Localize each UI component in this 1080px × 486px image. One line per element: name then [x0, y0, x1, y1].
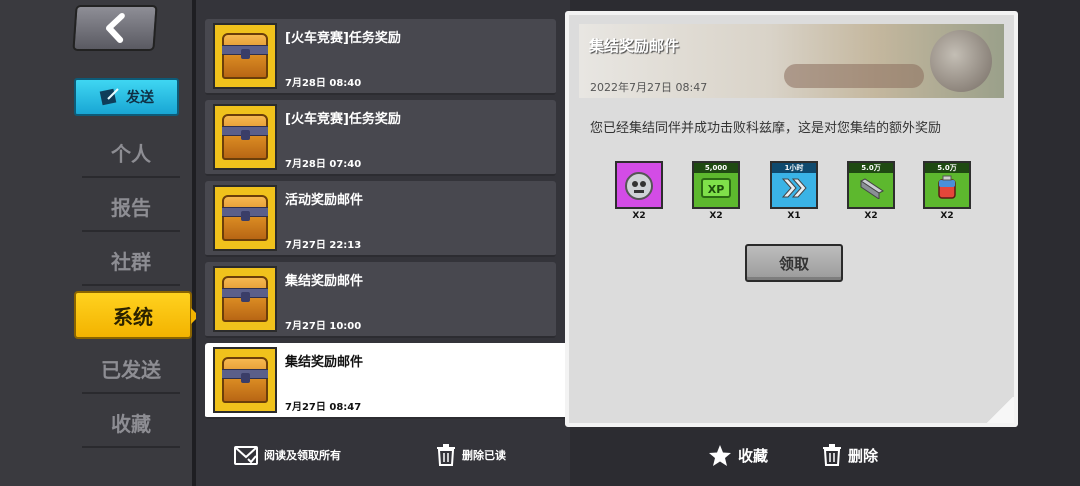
fuel-canister-icon: 5.0万 — [923, 161, 971, 209]
sidebar-item-sent[interactable]: 已发送 — [82, 344, 180, 394]
trash-icon — [437, 444, 455, 466]
reward-item[interactable]: 1小时 X1 — [770, 161, 818, 225]
read-and-claim-all-button[interactable]: 阅读及领取所有 — [234, 442, 341, 468]
reward-item[interactable]: 5,000 XP X2 — [692, 161, 740, 225]
trash-icon — [823, 444, 841, 466]
sidebar-item-favorites[interactable]: 收藏 — [82, 398, 180, 448]
sidebar-item-label: 个人 — [111, 141, 151, 166]
claim-button[interactable]: 领取 — [745, 244, 843, 282]
delete-read-button[interactable]: 删除已读 — [436, 442, 506, 468]
banner-art — [784, 64, 924, 88]
mail-title: [火车竞赛]任务奖励 — [285, 112, 401, 127]
mail-title: 活动奖励邮件 — [285, 193, 364, 208]
mail-list-item[interactable]: 集结奖励邮件 7月27日 10:00 — [205, 262, 556, 338]
reward-tag: 5.0万 — [849, 163, 893, 173]
mail-date: 7月27日 08:47 — [285, 402, 362, 413]
treasure-chest-icon — [213, 347, 277, 413]
mail-list: [火车竞赛]任务奖励 7月28日 08:40 [火车竞赛]任务奖励 7月28日 … — [196, 0, 570, 430]
reward-quantity: X1 — [787, 211, 801, 221]
sidebar-item-label: 报告 — [111, 195, 151, 220]
mail-banner: 集结奖励邮件 2022年7月27日 08:47 — [579, 24, 1004, 98]
mail-title: 集结奖励邮件 — [285, 355, 364, 370]
reward-item[interactable]: 5.0万 X2 — [847, 161, 895, 225]
mail-list-item[interactable]: 活动奖励邮件 7月27日 22:13 — [205, 181, 556, 257]
mail-title: [火车竞赛]任务奖励 — [285, 31, 401, 46]
mail-detail-body: 您已经集结同伴并成功击败科兹摩，这是对您集结的额外奖励 — [590, 121, 942, 136]
compose-icon — [99, 88, 119, 106]
delete-label: 删除 — [848, 446, 879, 465]
skull-medal-icon — [615, 161, 663, 209]
favorite-label: 收藏 — [738, 446, 769, 465]
send-label: 发送 — [126, 90, 154, 106]
sidebar-item-label: 已发送 — [101, 357, 161, 382]
star-icon — [709, 444, 731, 466]
mail-list-item[interactable]: [火车竞赛]任务奖励 7月28日 07:40 — [205, 100, 556, 176]
sidebar: 发送 个人 报告 社群 系统 已发送 收藏 — [0, 0, 199, 486]
treasure-chest-icon — [213, 104, 277, 170]
sidebar-item-community[interactable]: 社群 — [82, 236, 180, 286]
reward-quantity: X2 — [709, 211, 723, 221]
reward-quantity: X2 — [864, 211, 878, 221]
mail-list-item-selected[interactable]: 集结奖励邮件 7月27日 08:47 — [205, 343, 570, 419]
reward-item[interactable]: 5.0万 X2 — [923, 161, 971, 225]
reward-quantity: X2 — [940, 211, 954, 221]
reward-item[interactable]: X2 — [615, 161, 663, 225]
mail-title: 集结奖励邮件 — [285, 274, 364, 289]
delete-button[interactable]: 删除 — [822, 442, 878, 468]
sidebar-item-personal[interactable]: 个人 — [82, 128, 180, 178]
mail-detail-title: 集结奖励邮件 — [589, 37, 680, 55]
steel-beam-icon: 5.0万 — [847, 161, 895, 209]
claim-label: 领取 — [778, 254, 809, 273]
sidebar-item-label: 系统 — [113, 304, 153, 329]
back-button[interactable] — [72, 5, 158, 51]
reward-quantity: X2 — [632, 211, 646, 221]
back-arrow-icon — [105, 13, 125, 43]
favorite-button[interactable]: 收藏 — [708, 442, 768, 468]
sidebar-item-system[interactable]: 系统 — [74, 291, 199, 339]
treasure-chest-icon — [213, 23, 277, 89]
mail-date: 7月27日 10:00 — [285, 321, 362, 332]
xp-ticket-icon: 5,000 XP — [692, 161, 740, 209]
mail-list-toolbar: 阅读及领取所有 删除已读 — [196, 430, 570, 486]
sidebar-item-label: 社群 — [111, 249, 151, 274]
read-and-claim-all-label: 阅读及领取所有 — [264, 449, 341, 462]
speedup-arrows-icon: 1小时 — [770, 161, 818, 209]
monster-portrait-icon — [930, 30, 992, 92]
mail-date: 7月27日 22:13 — [285, 240, 362, 251]
envelope-check-icon — [234, 446, 258, 465]
reward-tag: 5,000 — [694, 163, 738, 173]
send-button[interactable]: 发送 — [74, 78, 179, 116]
svg-text:XP: XP — [708, 183, 725, 196]
reward-tag: 5.0万 — [925, 163, 969, 173]
treasure-chest-icon — [213, 185, 277, 251]
mail-list-item[interactable]: [火车竞赛]任务奖励 7月28日 08:40 — [205, 19, 556, 95]
treasure-chest-icon — [213, 266, 277, 332]
sidebar-item-label: 收藏 — [111, 411, 151, 436]
sidebar-item-reports[interactable]: 报告 — [82, 182, 180, 232]
mail-date: 7月28日 07:40 — [285, 159, 362, 170]
mail-detail-panel: 集结奖励邮件 2022年7月27日 08:47 您已经集结同伴并成功击败科兹摩，… — [565, 11, 1018, 427]
reward-tag: 1小时 — [772, 163, 816, 173]
mail-detail-toolbar: 收藏 删除 — [570, 430, 1080, 486]
mail-date: 7月28日 08:40 — [285, 78, 362, 89]
mail-detail-date: 2022年7月27日 08:47 — [590, 81, 708, 94]
delete-read-label: 删除已读 — [462, 449, 506, 462]
reward-list: X2 5,000 XP X2 1小时 X1 5.0万 X2 5.0万 X2 — [615, 161, 975, 231]
